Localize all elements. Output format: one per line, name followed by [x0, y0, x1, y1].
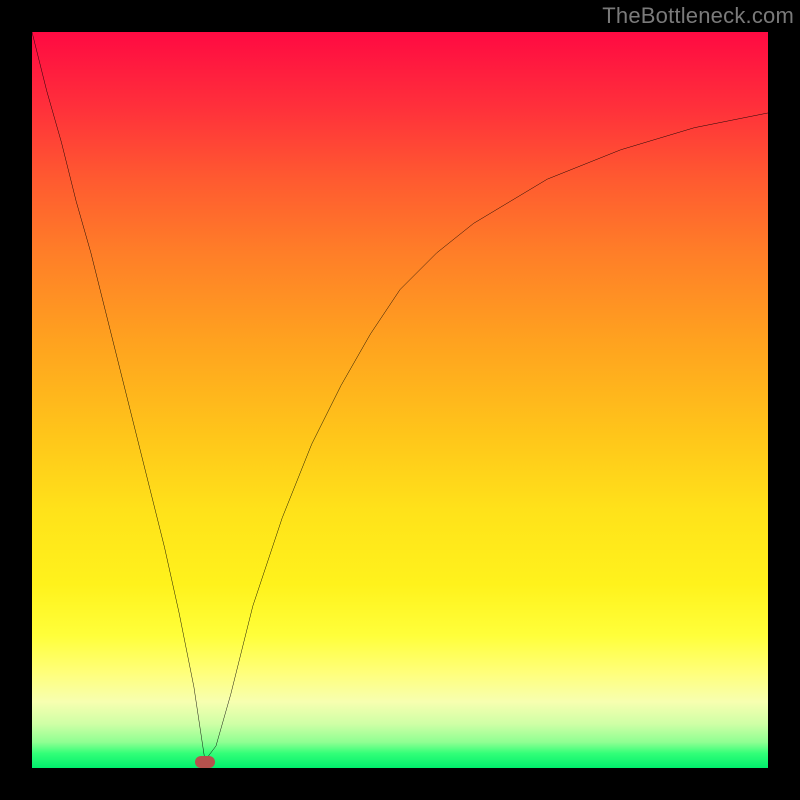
curve-path: [32, 32, 768, 761]
chart-frame: TheBottleneck.com: [0, 0, 800, 800]
watermark-text: TheBottleneck.com: [602, 0, 794, 32]
plot-area: [32, 32, 768, 768]
optimum-marker: [195, 756, 215, 768]
bottleneck-curve: [32, 32, 768, 768]
